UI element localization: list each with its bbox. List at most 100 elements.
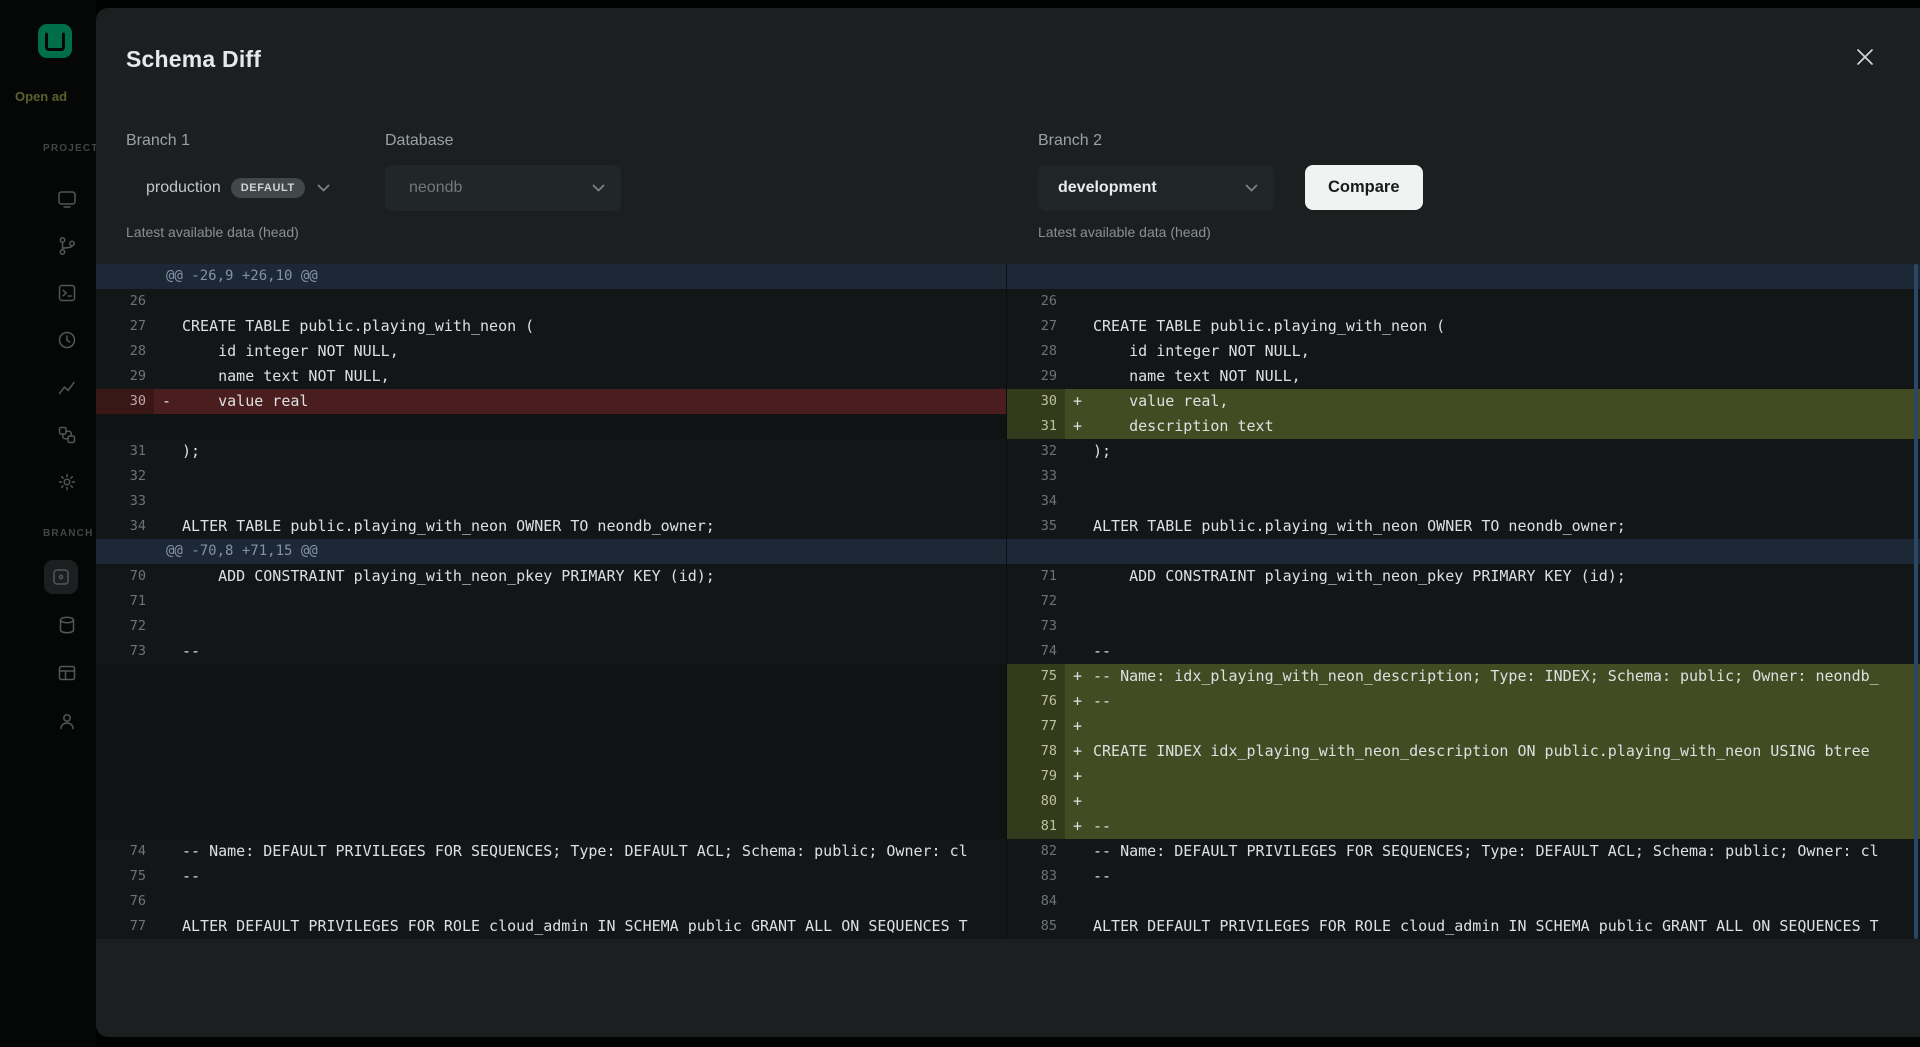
line-number (96, 739, 154, 764)
code-text: ); (1093, 439, 1920, 464)
page-title: Schema Diff (126, 46, 261, 73)
diff-row: 7273 (96, 614, 1920, 639)
diff-prefix: - (154, 389, 182, 414)
diff-cell: 27CREATE TABLE public.playing_with_neon … (96, 314, 1006, 339)
diff-row: 34ALTER TABLE public.playing_with_neon O… (96, 514, 1920, 539)
code-text (1093, 289, 1920, 314)
diff-row: 3233 (96, 464, 1920, 489)
line-number: 83 (1007, 864, 1065, 889)
diff-cell: 26 (1006, 289, 1920, 314)
chevron-down-icon (317, 184, 330, 193)
diff-prefix (154, 364, 182, 389)
line-number (96, 664, 154, 689)
diff-cell: 28 id integer NOT NULL, (96, 339, 1006, 364)
code-text: -- Name: idx_playing_with_neon_descripti… (1093, 664, 1920, 689)
diff-row: 26 26 (96, 289, 1920, 314)
diff-prefix (154, 914, 182, 939)
diff-prefix (154, 764, 182, 789)
diff-cell: 81+-- (1006, 814, 1920, 839)
line-number: 85 (1007, 914, 1065, 939)
diff-prefix (154, 689, 182, 714)
diff-prefix: + (1065, 714, 1093, 739)
branch2-value: development (1058, 179, 1157, 197)
schema-diff-view: @@ -26,9 +26,10 @@262627CREATE TABLE pub… (96, 264, 1920, 939)
diff-prefix (154, 439, 182, 464)
close-button[interactable] (1846, 38, 1884, 76)
diff-prefix (1065, 564, 1093, 589)
diff-row: 77ALTER DEFAULT PRIVILEGES FOR ROLE clou… (96, 914, 1920, 939)
diff-cell: 72 (96, 614, 1006, 639)
diff-prefix (1065, 589, 1093, 614)
line-number (96, 714, 154, 739)
line-number: 75 (1007, 664, 1065, 689)
database-select[interactable]: neondb (385, 165, 621, 211)
diff-prefix (154, 739, 182, 764)
diff-prefix (154, 564, 182, 589)
code-text (182, 789, 1006, 814)
diff-prefix (1065, 314, 1093, 339)
code-text (1093, 614, 1920, 639)
branch2-data-note: Latest available data (head) (1038, 224, 1211, 240)
diff-cell: 80+ (1006, 789, 1920, 814)
line-number (96, 789, 154, 814)
diff-cell: 27CREATE TABLE public.playing_with_neon … (1006, 314, 1920, 339)
modal-backdrop (0, 0, 96, 1047)
diff-cell: 29 name text NOT NULL, (1006, 364, 1920, 389)
code-text (182, 489, 1006, 514)
diff-prefix: + (1065, 414, 1093, 439)
diff-prefix (1065, 614, 1093, 639)
diff-cell: 29 name text NOT NULL, (96, 364, 1006, 389)
diff-cell: 83-- (1006, 864, 1920, 889)
line-number: 35 (1007, 514, 1065, 539)
code-text (182, 689, 1006, 714)
diff-prefix (1065, 889, 1093, 914)
diff-row: 3334 (96, 489, 1920, 514)
chevron-down-icon (592, 184, 605, 193)
line-number: 72 (1007, 589, 1065, 614)
branch1-label: Branch 1 (126, 132, 190, 150)
code-text: CREATE TABLE public.playing_with_neon ( (1093, 314, 1920, 339)
line-number: 76 (1007, 689, 1065, 714)
diff-prefix: + (1065, 789, 1093, 814)
sidebar: Open ad PROJECT BRANCH (0, 0, 96, 1047)
diff-row: 70 ADD CONSTRAINT playing_with_neon_pkey… (96, 564, 1920, 589)
branch1-select[interactable]: production DEFAULT (126, 165, 342, 211)
branch2-select[interactable]: development (1038, 165, 1274, 211)
code-text: name text NOT NULL, (1093, 364, 1920, 389)
code-text: CREATE INDEX idx_playing_with_neon_descr… (1093, 739, 1920, 764)
code-text: ALTER TABLE public.playing_with_neon OWN… (1093, 514, 1920, 539)
code-text (182, 289, 1006, 314)
schema-diff-modal: Schema Diff Branch 1 Database Branch 2 p… (96, 8, 1920, 1037)
hunk-header: @@ -26,9 +26,10 @@ (96, 264, 1006, 289)
diff-cell (96, 689, 1006, 714)
diff-prefix (154, 589, 182, 614)
diff-prefix (1065, 864, 1093, 889)
diff-cell: 78+CREATE INDEX idx_playing_with_neon_de… (1006, 739, 1920, 764)
diff-prefix (1065, 364, 1093, 389)
diff-prefix (154, 839, 182, 864)
code-text (182, 614, 1006, 639)
chevron-down-icon (1245, 184, 1258, 193)
hunk-header-spacer (1006, 539, 1920, 564)
code-text (182, 589, 1006, 614)
line-number: 77 (96, 914, 154, 939)
diff-scrollbar[interactable] (1914, 264, 1918, 939)
line-number: 26 (96, 289, 154, 314)
branch1-value: production (146, 179, 221, 197)
diff-cell: 32); (1006, 439, 1920, 464)
diff-cell: 77ALTER DEFAULT PRIVILEGES FOR ROLE clou… (96, 914, 1006, 939)
compare-button[interactable]: Compare (1305, 165, 1423, 210)
close-icon (1856, 48, 1874, 66)
code-text: value real, (1093, 389, 1920, 414)
diff-prefix (1065, 339, 1093, 364)
hunk-header-spacer (1006, 264, 1920, 289)
code-text (1093, 489, 1920, 514)
code-text: -- (1093, 639, 1920, 664)
line-number: 79 (1007, 764, 1065, 789)
line-number: 74 (1007, 639, 1065, 664)
diff-cell: 84 (1006, 889, 1920, 914)
diff-row: 75+-- Name: idx_playing_with_neon_descri… (96, 664, 1920, 689)
diff-row: 30- value real30+ value real, (96, 389, 1920, 414)
diff-cell: 35 ALTER TABLE public.playing_with_neon O… (1006, 514, 1920, 539)
diff-row: 74-- Name: DEFAULT PRIVILEGES FOR SEQUEN… (96, 839, 1920, 864)
